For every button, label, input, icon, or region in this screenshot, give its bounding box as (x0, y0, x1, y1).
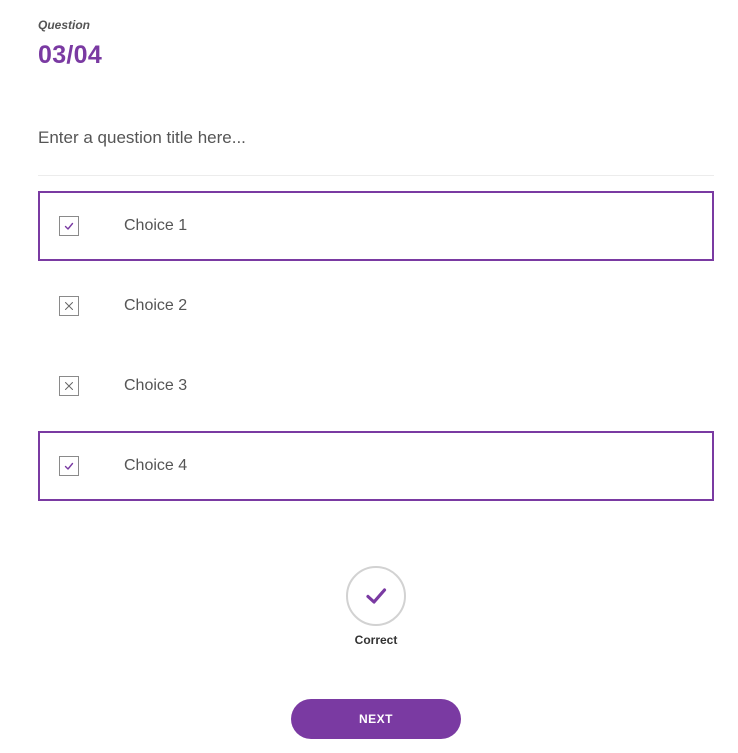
choice-item-3[interactable]: Choice 3 (38, 351, 714, 421)
choice-label: Choice 1 (124, 217, 188, 234)
choice-label: Choice 3 (124, 377, 188, 394)
check-icon (64, 222, 74, 230)
choice-label: Choice 2 (124, 297, 188, 314)
choice-checkbox[interactable] (59, 376, 79, 396)
cross-icon (65, 382, 73, 390)
choice-checkbox[interactable] (59, 456, 79, 476)
question-label: Question (38, 18, 91, 32)
divider (38, 175, 714, 176)
choice-checkbox[interactable] (59, 296, 79, 316)
choice-list: Choice 1 Choice 2 Choice 3 Choice 4 (38, 191, 714, 511)
check-icon (64, 462, 74, 470)
next-button[interactable]: NEXT (291, 699, 461, 739)
choice-item-1[interactable]: Choice 1 (38, 191, 714, 261)
question-number: 03/04 (38, 41, 103, 69)
choice-checkbox[interactable] (59, 216, 79, 236)
cross-icon (65, 302, 73, 310)
checkmark-icon (366, 588, 387, 604)
choice-label: Choice 4 (124, 457, 188, 474)
choice-item-2[interactable]: Choice 2 (38, 271, 714, 341)
quiz-page: Question 03/04 Enter a question title he… (0, 0, 738, 753)
choice-item-4[interactable]: Choice 4 (38, 431, 714, 501)
question-title: Enter a question title here... (38, 128, 246, 147)
result-indicator (346, 566, 406, 626)
result-label: Correct (354, 633, 398, 647)
